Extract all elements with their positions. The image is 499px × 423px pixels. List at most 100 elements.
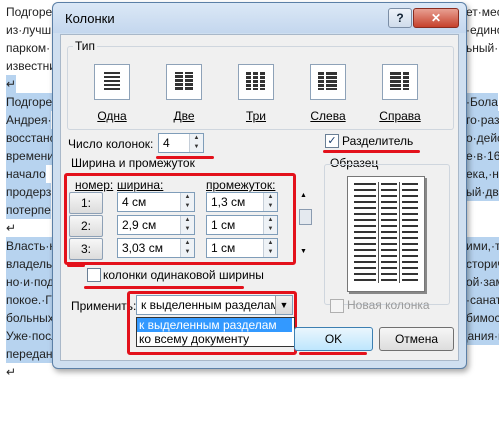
two-columns-icon[interactable] [166, 64, 202, 100]
dialog-title: Колонки [65, 11, 115, 26]
apply-select-value: к выделенным разделам [141, 298, 279, 312]
document-line: ↵ [6, 75, 17, 93]
apply-option-selected-sections[interactable]: к выделенным разделам [137, 318, 292, 332]
document-line-fragment: ет·мес [466, 5, 499, 19]
column-number-button: 1: [69, 192, 103, 214]
separator-label: Разделитель [342, 134, 414, 148]
annotation-underline [67, 264, 85, 267]
new-column-label: Новая колонка [347, 298, 430, 312]
num-columns-stepper[interactable]: 4 ▲ ▼ [158, 133, 204, 153]
right-column-icon[interactable] [382, 64, 418, 100]
columns-dialog: Колонки ? ✕ Тип Одна Две Три Слева Справ… [52, 2, 467, 369]
annotation-underline [84, 286, 244, 289]
equal-width-checkbox[interactable] [87, 268, 101, 282]
document-line: потерпе [6, 201, 51, 219]
document-line: покое.·Г [6, 291, 52, 309]
spin-down-icon[interactable]: ▼ [264, 248, 277, 257]
document-line: Власть·н [6, 237, 57, 255]
spin-up-icon[interactable]: ▲ [190, 134, 203, 143]
column-number-button: 2: [69, 215, 103, 237]
help-button[interactable]: ? [388, 8, 412, 28]
annotation-underline [323, 150, 420, 153]
width-stepper[interactable]: 2,9 см ▲ ▼ [117, 215, 195, 235]
document-line-fragment: ·едино [466, 23, 499, 37]
width-value: 3,03 см [122, 241, 163, 255]
document-line: ↵ [6, 221, 17, 235]
gap-stepper[interactable]: 1 см ▲ ▼ [206, 238, 278, 258]
spin-up-icon[interactable]: ▲ [264, 216, 277, 225]
document-line-fragment: ·санат [466, 291, 499, 309]
ok-button[interactable]: OK [294, 327, 373, 351]
spin-down-icon[interactable]: ▼ [190, 143, 203, 152]
chevron-down-icon[interactable]: ▼ [275, 296, 292, 314]
document-line-fragment: ·Бола [466, 93, 498, 111]
dialog-body: Тип Одна Две Три Слева Справа Число коло… [60, 34, 459, 361]
document-line-fragment: ой·замо [466, 273, 499, 291]
preset-label-one: Одна [97, 109, 127, 123]
apply-select[interactable]: к выделенным разделам ▼ [136, 295, 293, 315]
spin-down-icon[interactable]: ▼ [264, 225, 277, 234]
width-header: ширина: [117, 178, 164, 192]
cancel-button[interactable]: Отмена [379, 327, 454, 351]
scroll-up-icon[interactable]: ▲ [300, 192, 307, 199]
document-line-fragment: ый·дво [466, 183, 499, 201]
document-line-fragment: о·дейс [466, 129, 499, 147]
dialog-titlebar[interactable]: Колонки ? ✕ [53, 3, 466, 33]
three-columns-icon[interactable] [238, 64, 274, 100]
document-line: парком· [6, 41, 51, 55]
spin-up-icon[interactable]: ▲ [181, 239, 194, 248]
document-line-fragment: е·в·1651· [466, 147, 499, 165]
gap-stepper[interactable]: 1 см ▲ ▼ [206, 215, 278, 235]
width-value: 2,9 см [122, 218, 157, 232]
spin-up-icon[interactable]: ▲ [264, 193, 277, 202]
document-line-fragment: ими,·т [466, 237, 499, 255]
scroll-thumb[interactable] [299, 209, 312, 225]
document-line: восстанс [6, 129, 56, 147]
gap-stepper[interactable]: 1,3 см ▲ ▼ [206, 192, 278, 212]
apply-options-list: к выделенным разделам ко всему документу [136, 317, 295, 347]
left-column-icon[interactable] [310, 64, 346, 100]
document-line: ↵ [6, 365, 17, 379]
document-line: начало [6, 165, 46, 183]
gap-value: 1,3 см [211, 195, 246, 209]
num-columns-label: Число колонок: [68, 137, 154, 151]
gap-value: 1 см [211, 241, 236, 255]
document-line: продерз [6, 183, 52, 201]
preset-label-three: Три [245, 109, 267, 123]
new-column-checkbox[interactable] [330, 299, 344, 313]
spin-down-icon[interactable]: ▼ [264, 202, 277, 211]
equal-width-label: колонки одинаковой ширины [103, 268, 264, 282]
sample-preview [347, 176, 425, 292]
spin-down-icon[interactable]: ▼ [181, 248, 194, 257]
width-stepper[interactable]: 3,03 см ▲ ▼ [117, 238, 195, 258]
num-columns-value: 4 [163, 136, 170, 150]
spin-up-icon[interactable]: ▲ [264, 239, 277, 248]
close-button[interactable]: ✕ [413, 8, 459, 28]
columns-scrollbar[interactable]: ▲ ▼ [298, 192, 312, 258]
document-line-fragment: ека,·но [466, 165, 499, 183]
document-line-fragment: сторич [466, 255, 499, 273]
scroll-down-icon[interactable]: ▼ [300, 248, 307, 255]
column-number-button: 3: [69, 238, 103, 260]
apply-option-whole-document[interactable]: ко всему документу [137, 332, 292, 346]
document-line: владелы [6, 255, 55, 273]
document-line: больных [6, 309, 54, 327]
preset-label-right: Справа [379, 109, 421, 123]
width-group-label: Ширина и промежуток [71, 156, 195, 170]
separator-checkbox[interactable]: ✓ [325, 134, 339, 148]
document-line: известни [6, 59, 56, 73]
spin-down-icon[interactable]: ▼ [181, 225, 194, 234]
type-group-label: Тип [73, 39, 98, 53]
document-line: времени [6, 147, 54, 165]
spin-up-icon[interactable]: ▲ [181, 193, 194, 202]
document-line: из·лучш [6, 23, 52, 37]
document-line: но·и·под [6, 273, 54, 291]
gap-header: промежуток: [206, 178, 276, 192]
one-column-icon[interactable] [94, 64, 130, 100]
document-line: Андрея· [6, 111, 52, 129]
spin-down-icon[interactable]: ▼ [181, 202, 194, 211]
document-line-fragment: бимость [466, 309, 499, 327]
spin-up-icon[interactable]: ▲ [181, 216, 194, 225]
col-header: номер: [75, 178, 114, 192]
width-stepper[interactable]: 4 см ▲ ▼ [117, 192, 195, 212]
